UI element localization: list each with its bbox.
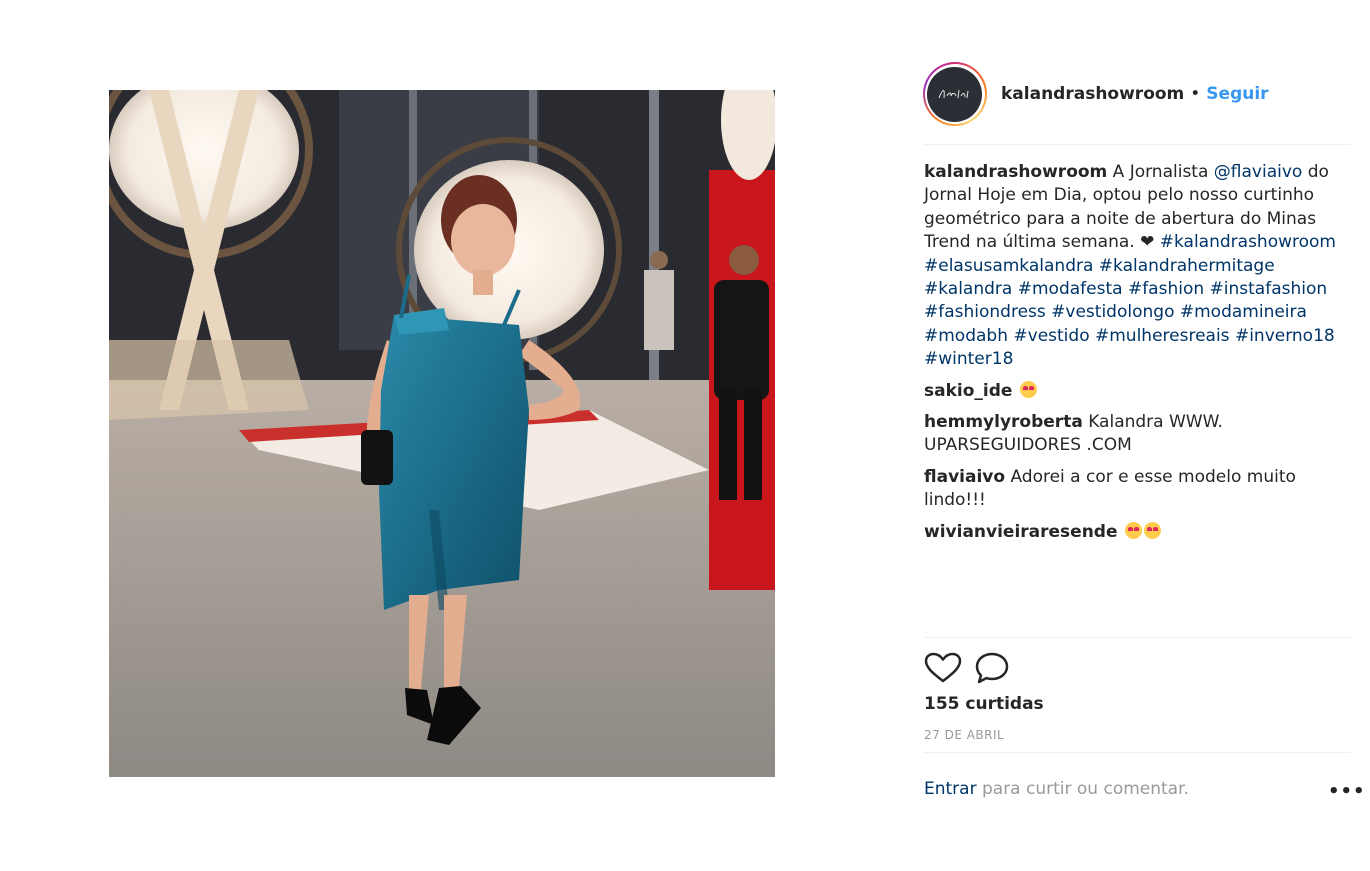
story-ring [922,62,987,126]
comment-item: wivianvieiraresende [924,521,1354,544]
hashtag-link[interactable]: #modamineira [1180,302,1307,322]
comments-list: kalandrashowroom A Jornalista @flaviaivo… [924,161,1354,552]
comment-item: hemmylyroberta Kalandra WWW. UPARSEGUIDO… [924,411,1354,458]
separator-dot: • [1190,84,1201,104]
comment-username[interactable]: wivianvieiraresende [924,522,1118,542]
avatar-gap [924,64,985,124]
header-username[interactable]: kalandrashowroom [1001,84,1184,104]
hashtag-link[interactable]: #kalandrashowroom [1160,232,1336,252]
hashtag-link[interactable]: #kalandrahermitage [1099,256,1275,276]
post-header: kalandrashowroom • Seguir [919,62,1351,126]
hashtag-link[interactable]: #fashiondress [924,302,1046,322]
comment-item: sakio_ide [924,380,1354,403]
woman-in-blue-dress-photo [109,90,775,777]
login-prompt: Entrar para curtir ou comentar. [924,779,1189,799]
comment-username[interactable]: flaviaivo [924,467,1005,487]
action-bar [924,650,1012,686]
hashtag-link[interactable]: #mulheresreais [1095,326,1230,346]
hashtag-link[interactable]: #vestidolongo [1051,302,1174,322]
comment-username[interactable]: sakio_ide [924,381,1012,401]
actions-divider [924,637,1351,638]
hashtag-link[interactable]: #kalandra [924,279,1012,299]
comment-button[interactable] [974,650,1012,686]
hashtag-link[interactable]: #modafesta [1018,279,1123,299]
caption: kalandrashowroom A Jornalista @flaviaivo… [924,161,1354,372]
comment-item: flaviaivo Adorei a cor e esse modelo mui… [924,466,1354,513]
hashtag-link[interactable]: #inverno18 [1235,326,1335,346]
hashtag-link[interactable]: #vestido [1013,326,1089,346]
hashtag-link[interactable]: #winter18 [924,349,1013,369]
more-options-button[interactable]: ••• [1328,781,1366,802]
comment-username[interactable]: hemmylyroberta [924,412,1083,432]
caption-text-before: A Jornalista [1107,162,1214,182]
caption-hashtags: #kalandrashowroom #elasusamkalandra #kal… [924,232,1336,369]
heart-eyes-emoji-icon [1019,380,1037,398]
hashtag-link[interactable]: #modabh [924,326,1008,346]
avatar[interactable] [919,62,990,126]
header-divider [924,144,1351,145]
login-rest-text: para curtir ou comentar. [976,779,1189,799]
kalandra-logo-avatar [927,66,982,122]
hashtag-link[interactable]: #instafashion [1210,279,1328,299]
login-link[interactable]: Entrar [924,779,977,799]
heart-eyes-emoji-icon [1124,521,1142,539]
post-date[interactable]: 27 DE ABRIL [924,728,1004,742]
post-photo[interactable] [109,90,775,777]
likes-count[interactable]: 155 curtidas [924,694,1044,714]
like-button[interactable] [924,650,962,686]
hashtag-link[interactable]: #elasusamkalandra [924,256,1093,276]
caption-mention[interactable]: @flaviaivo [1214,162,1303,182]
comment-icon [975,652,1009,684]
heart-icon [924,652,962,683]
follow-button[interactable]: Seguir [1206,84,1268,104]
hashtag-link[interactable]: #fashion [1128,279,1204,299]
caption-username[interactable]: kalandrashowroom [924,162,1107,182]
login-divider [924,752,1351,753]
signature-logo-icon [938,89,968,99]
heart-eyes-emoji-icon [1143,521,1161,539]
